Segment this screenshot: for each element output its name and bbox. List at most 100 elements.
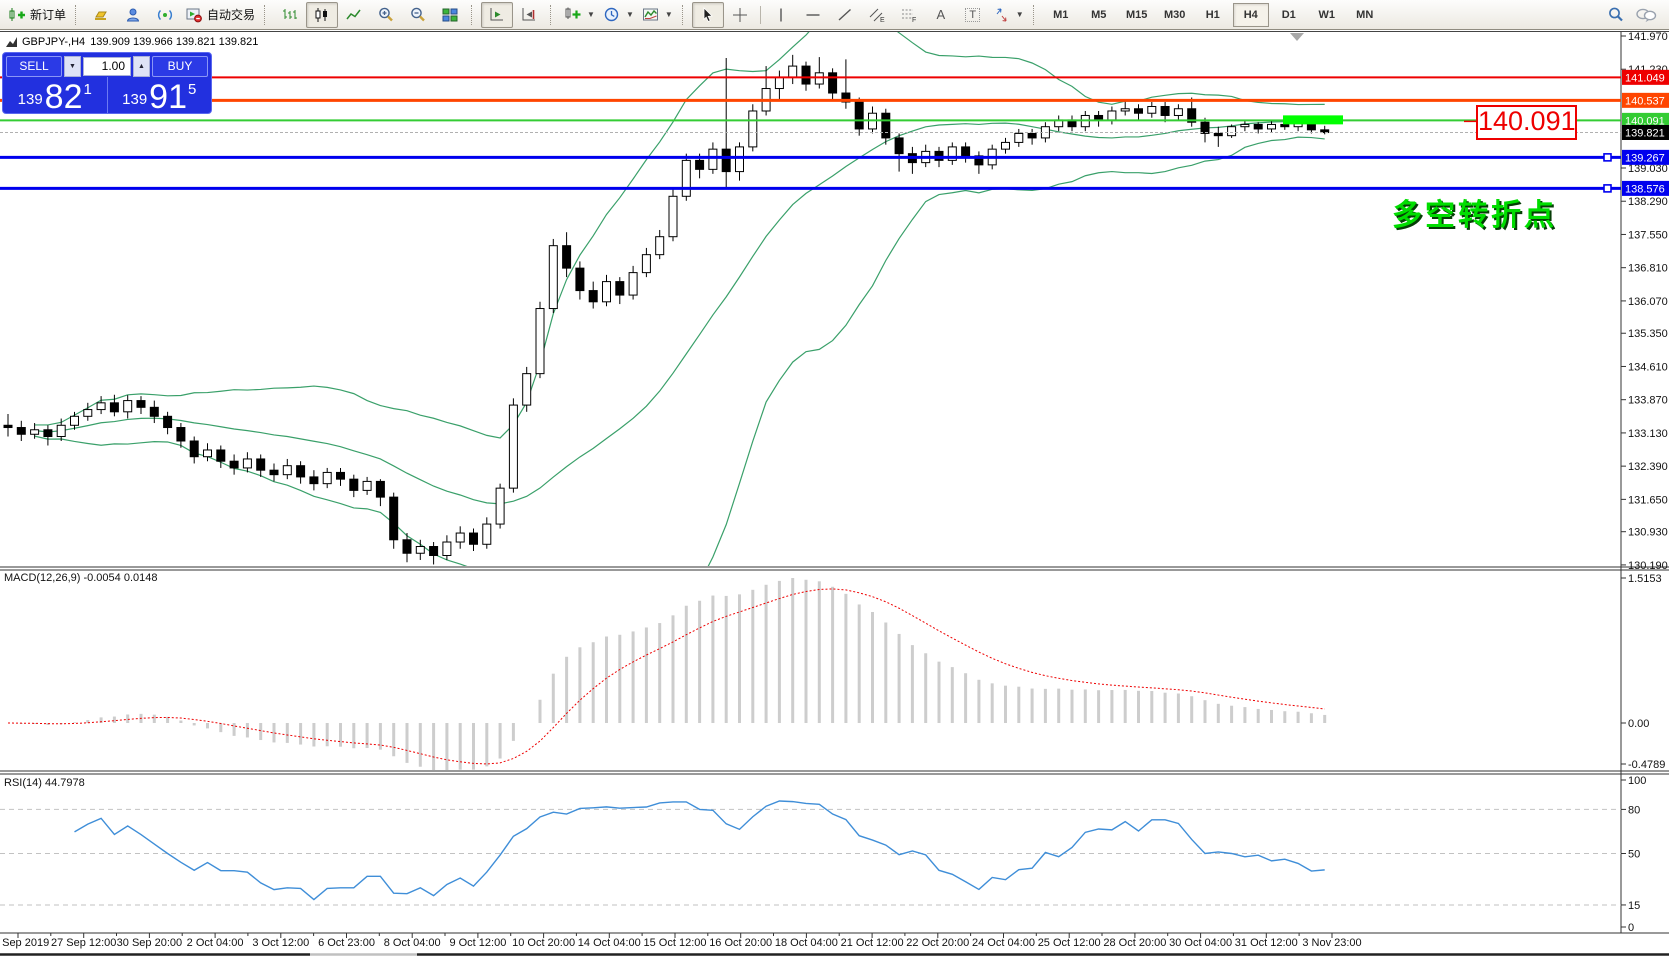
- svg-text:139.267: 139.267: [1625, 152, 1665, 164]
- indicators-dropdown[interactable]: ▼: [638, 2, 677, 28]
- line-chart-icon: [346, 9, 361, 19]
- sell-button[interactable]: SELL: [6, 55, 62, 77]
- toolbar: 新订单 自动交易 ▼ ▼ ▼ E F A T ▼ M1 M5 M15 M30 H…: [0, 0, 1669, 30]
- svg-text:25 Oct 12:00: 25 Oct 12:00: [1038, 937, 1101, 949]
- svg-text:28 Oct 20:00: 28 Oct 20:00: [1103, 937, 1166, 949]
- svg-text:26 Sep 2019: 26 Sep 2019: [0, 937, 49, 949]
- timeframe-H4[interactable]: H4: [1232, 2, 1269, 27]
- trendline-button[interactable]: [829, 2, 861, 28]
- cursor-icon: [703, 6, 713, 22]
- horizontal-line-button[interactable]: [797, 2, 829, 28]
- auto-scroll-button[interactable]: [481, 1, 514, 28]
- auto-trading-button[interactable]: 自动交易: [181, 2, 259, 28]
- svg-text:130.190: 130.190: [1628, 560, 1668, 572]
- vertical-line-button[interactable]: [765, 2, 797, 28]
- chart-shift-button[interactable]: [513, 2, 545, 28]
- text-label-button[interactable]: T: [957, 2, 989, 28]
- toolbar-right: [1607, 6, 1665, 24]
- text-button[interactable]: A: [925, 2, 957, 28]
- svg-text:136.070: 136.070: [1628, 296, 1668, 308]
- equidistant-channel-button[interactable]: E: [861, 2, 893, 28]
- svg-text:F: F: [912, 17, 916, 24]
- svg-text:131.650: 131.650: [1628, 494, 1668, 506]
- svg-text:14 Oct 04:00: 14 Oct 04:00: [578, 937, 641, 949]
- volume-up-button[interactable]: ▲: [133, 55, 150, 77]
- chart-quotes: 139.909 139.966 139.821 139.821: [90, 36, 259, 48]
- macd-pane: [7, 578, 1327, 770]
- svg-text:6 Oct 23:00: 6 Oct 23:00: [318, 937, 375, 949]
- signal-icon: [157, 9, 173, 20]
- timeframe-D1[interactable]: D1: [1271, 3, 1307, 27]
- tile-windows-icon: [442, 8, 458, 21]
- svg-text:9 Oct 12:00: 9 Oct 12:00: [449, 937, 506, 949]
- arrows-dropdown[interactable]: ▼: [989, 2, 1028, 28]
- svg-text:0.00: 0.00: [1628, 718, 1649, 730]
- svg-text:3 Nov 23:00: 3 Nov 23:00: [1302, 937, 1361, 949]
- svg-text:100: 100: [1628, 775, 1646, 787]
- editor-button[interactable]: [117, 2, 149, 28]
- clock-icon: [604, 7, 619, 21]
- timeframe-W1[interactable]: W1: [1309, 3, 1345, 27]
- turning-point-text: 多空转折点: [1392, 199, 1557, 232]
- bar-chart-icon: [283, 8, 298, 19]
- chart-symbol: GBPJPY-,H4: [22, 36, 86, 48]
- chart-window-icon: [6, 36, 17, 47]
- chat-icon[interactable]: [1635, 6, 1657, 24]
- rsi-label: RSI(14) 44.7978: [4, 777, 85, 789]
- cursor-button[interactable]: [691, 1, 724, 28]
- new-order-button[interactable]: 新订单: [4, 2, 70, 28]
- svg-text:138.290: 138.290: [1628, 196, 1668, 208]
- timeframe-M30[interactable]: M30: [1157, 3, 1193, 27]
- svg-text:15: 15: [1628, 900, 1640, 912]
- svg-text:8 Oct 04:00: 8 Oct 04:00: [384, 937, 441, 949]
- search-icon[interactable]: [1607, 6, 1625, 24]
- zoom-out-button[interactable]: [402, 2, 434, 28]
- mt4-window: 141.970141.230139.030138.290137.550136.8…: [0, 0, 1669, 957]
- crosshair-button[interactable]: [724, 2, 756, 28]
- svg-text:2 Oct 04:00: 2 Oct 04:00: [187, 937, 244, 949]
- fibonacci-button[interactable]: F: [893, 2, 925, 28]
- volume-input[interactable]: 1.00: [83, 56, 131, 76]
- svg-text:30 Sep 20:00: 30 Sep 20:00: [117, 937, 182, 949]
- timeframe-MN[interactable]: MN: [1347, 3, 1383, 27]
- line-chart-button[interactable]: [338, 2, 370, 28]
- candlestick-chart-button[interactable]: [306, 1, 339, 28]
- new-chart-dropdown[interactable]: ▼: [560, 2, 599, 28]
- macd-label: MACD(12,26,9) -0.0054 0.0148: [4, 572, 158, 584]
- buy-price[interactable]: 139 91 5: [108, 77, 212, 113]
- tile-windows-button[interactable]: [434, 2, 466, 28]
- vertical-line-icon: [780, 8, 782, 21]
- chart-shift-marker: [1290, 33, 1304, 41]
- svg-text:140.537: 140.537: [1625, 95, 1665, 107]
- timeframe-H1[interactable]: H1: [1195, 3, 1231, 27]
- svg-text:50: 50: [1628, 849, 1640, 861]
- svg-text:139.821: 139.821: [1625, 127, 1665, 139]
- chart-canvas[interactable]: 141.970141.230139.030138.290137.550136.8…: [0, 0, 1669, 957]
- svg-text:133.130: 133.130: [1628, 428, 1668, 440]
- timeframe-M5[interactable]: M5: [1081, 3, 1117, 27]
- arrows-icon: [996, 8, 1007, 21]
- zoom-in-button[interactable]: [370, 2, 402, 28]
- volume-down-button[interactable]: ▼: [64, 55, 81, 77]
- sell-price[interactable]: 139 82 1: [3, 77, 108, 113]
- new-order-icon: [9, 7, 25, 21]
- period-dropdown[interactable]: ▼: [599, 2, 638, 28]
- zoom-out-icon: [411, 7, 425, 21]
- price-callout-box[interactable]: 140.091: [1476, 105, 1577, 140]
- buy-button[interactable]: BUY: [152, 55, 208, 77]
- svg-text:E: E: [880, 17, 885, 24]
- timeframe-group: M1 M5 M15 M30 H1 H4 D1 W1 MN: [1043, 2, 1383, 27]
- bar-chart-button[interactable]: [274, 2, 306, 28]
- equidistant-channel-icon: E: [869, 8, 885, 24]
- svg-text:24 Oct 04:00: 24 Oct 04:00: [972, 937, 1035, 949]
- timeframe-M1[interactable]: M1: [1043, 3, 1079, 27]
- svg-text:-0.4789: -0.4789: [1628, 759, 1665, 771]
- styler-button[interactable]: [85, 2, 117, 28]
- svg-text:135.350: 135.350: [1628, 328, 1668, 340]
- one-click-trading-panel: SELL ▼ 1.00 ▲ BUY 139 82 1 139 91 5: [2, 52, 212, 114]
- zoom-in-icon: [379, 7, 393, 21]
- svg-text:22 Oct 20:00: 22 Oct 20:00: [906, 937, 969, 949]
- svg-text:138.576: 138.576: [1625, 183, 1665, 195]
- signals-button[interactable]: [149, 2, 181, 28]
- timeframe-M15[interactable]: M15: [1119, 3, 1155, 27]
